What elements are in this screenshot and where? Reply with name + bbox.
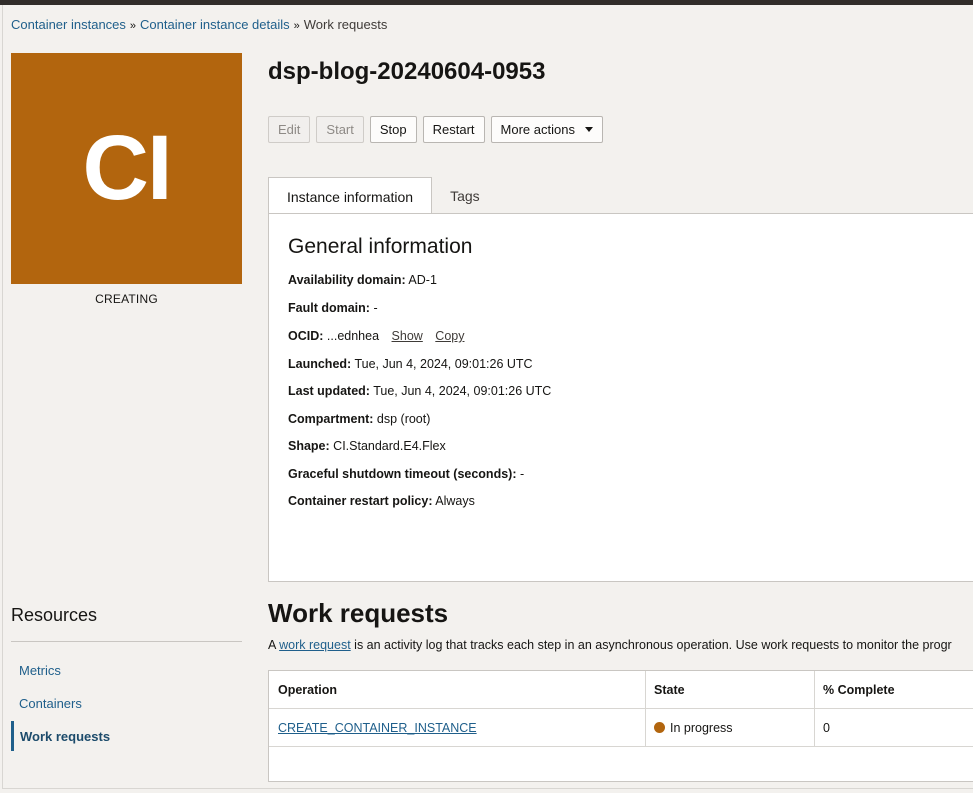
column-header-state[interactable]: State [645,671,814,709]
edit-button[interactable]: Edit [268,116,311,143]
last-updated-label: Last updated: [288,384,370,398]
state-value: In progress [670,720,733,735]
row-divider [269,746,973,747]
shape-label: Shape: [288,439,330,453]
restart-policy-label: Container restart policy: [288,494,433,508]
in-progress-status-icon [654,722,665,733]
launched-row: Launched: Tue, Jun 4, 2024, 09:01:26 UTC [288,357,533,371]
resources-divider [11,641,242,642]
instance-information-panel: General information Availability domain:… [268,213,973,582]
restart-button[interactable]: Restart [422,116,485,143]
last-updated-row: Last updated: Tue, Jun 4, 2024, 09:01:26… [288,384,551,398]
table-cell-operation: CREATE_CONTAINER_INSTANCE [269,709,645,746]
general-information-heading: General information [288,235,473,258]
column-header-operation[interactable]: Operation [269,671,645,709]
work-requests-table: Operation State % Complete CREATE_CONTAI… [268,670,973,782]
page-title: dsp-blog-20240604-0953 [268,58,546,85]
fault-domain-label: Fault domain: [288,301,370,315]
column-header-complete[interactable]: % Complete [814,671,973,709]
ocid-label: OCID: [288,329,324,343]
compartment-value: dsp (root) [376,412,431,426]
breadcrumb: Container instances» Container instance d… [11,17,387,32]
container-instance-icon: CI [11,53,242,284]
shutdown-timeout-row: Graceful shutdown timeout (seconds): - [288,467,524,481]
operation-link[interactable]: CREATE_CONTAINER_INSTANCE [278,721,477,735]
availability-domain-value: AD-1 [408,273,437,287]
description-suffix: is an activity log that tracks each step… [350,638,952,652]
shutdown-timeout-label: Graceful shutdown timeout (seconds): [288,467,517,481]
shutdown-timeout-value: - [519,467,525,481]
launched-value: Tue, Jun 4, 2024, 09:01:26 UTC [354,357,533,371]
more-actions-button[interactable]: More actions [490,116,603,143]
description-prefix: A [268,638,280,652]
top-bar [0,0,973,5]
restart-policy-row: Container restart policy: Always [288,494,475,508]
tab-instance-information[interactable]: Instance information [268,177,433,215]
work-requests-description: A work request is an activity log that t… [268,638,952,652]
availability-domain-label: Availability domain: [288,273,406,287]
ocid-copy-link[interactable]: Copy [435,329,464,343]
launched-label: Launched: [288,357,352,371]
compartment-row: Compartment: dsp (root) [288,412,430,426]
fault-domain-value: - [373,301,378,315]
more-actions-label: More actions [500,122,575,137]
restart-policy-value: Always [435,494,475,508]
status-label: CREATING [95,292,158,306]
work-requests-title: Work requests [268,598,449,628]
resource-item-containers[interactable]: Containers [11,688,242,718]
shape-value: CI.Standard.E4.Flex [333,439,446,453]
availability-domain-row: Availability domain: AD-1 [288,273,437,287]
action-toolbar: Edit Start Stop Restart More actions [268,116,603,143]
instance-icon-text: CI [82,117,173,219]
detail-tabs: Instance information Tags [268,177,498,215]
table-cell-state: In progress [645,709,814,746]
breadcrumb-separator: » [129,20,137,32]
fault-domain-row: Fault domain: - [288,301,378,315]
caret-down-icon [584,127,593,132]
breadcrumb-container-instances[interactable]: Container instances [11,17,126,32]
tab-tags[interactable]: Tags [432,177,498,214]
table-cell-complete: 0 [823,720,830,735]
ocid-row: OCID: ...ednhea Show Copy [288,329,464,343]
resource-item-work-requests[interactable]: Work requests [11,721,242,751]
compartment-label: Compartment: [288,412,374,426]
resource-item-metrics[interactable]: Metrics [11,655,242,685]
ocid-value: ...ednhea [326,329,380,343]
breadcrumb-separator: » [293,20,300,32]
start-button[interactable]: Start [316,116,364,143]
breadcrumb-current: Work requests [303,17,388,32]
shape-row: Shape: CI.Standard.E4.Flex [288,439,446,453]
work-request-help-link[interactable]: work request [279,638,351,652]
ocid-show-link[interactable]: Show [392,329,423,343]
resources-title: Resources [11,605,98,625]
stop-button[interactable]: Stop [369,116,417,143]
last-updated-value: Tue, Jun 4, 2024, 09:01:26 UTC [373,384,552,398]
breadcrumb-container-instance-details[interactable]: Container instance details [140,17,290,32]
